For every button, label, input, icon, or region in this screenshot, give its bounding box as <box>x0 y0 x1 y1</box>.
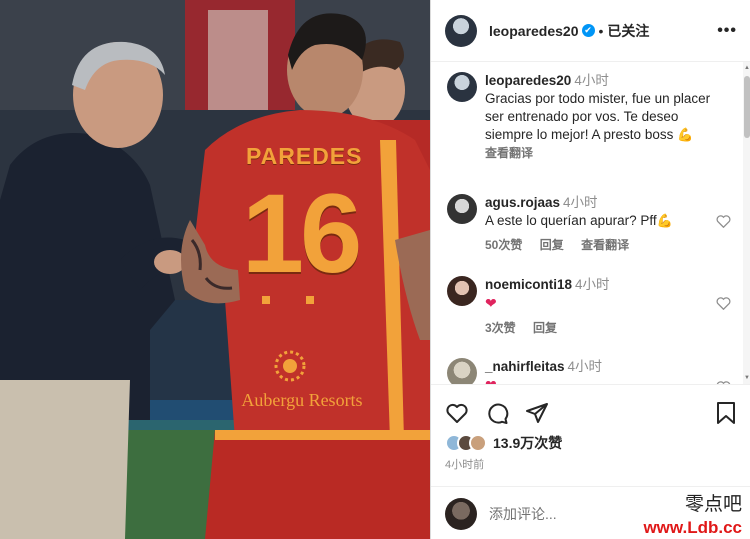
avatar[interactable] <box>447 358 477 384</box>
scroll-thumb[interactable] <box>744 76 750 138</box>
author-username[interactable]: leoparedes20 <box>489 23 579 39</box>
comment-icon[interactable] <box>485 401 509 425</box>
like-heart-icon[interactable] <box>716 296 731 310</box>
jersey-number: 16 <box>241 171 363 296</box>
comment-input[interactable]: 添加评论... <box>489 504 557 524</box>
muscle-emoji: 💪 <box>656 213 673 228</box>
watermark-url: www.Ldb.cc <box>643 518 742 537</box>
comments-list: leoparedes20 4小时 Gracias por todo mister,… <box>431 62 743 384</box>
more-icon[interactable]: ••• <box>717 22 737 40</box>
jersey-sponsor: Aubergu Resorts <box>241 390 363 410</box>
avatar[interactable] <box>447 194 477 224</box>
comment-text: A este lo querían apurar? Pff <box>485 213 657 228</box>
comment-username[interactable]: agus.rojaas <box>485 195 560 210</box>
comment-username[interactable]: noemiconti18 <box>485 277 572 292</box>
action-icons <box>445 401 549 425</box>
comment-body: noemiconti18 4小时 ❤ 3次赞 回复 <box>485 276 725 337</box>
like-count[interactable]: 50次赞 <box>485 238 522 252</box>
like-heart-icon[interactable] <box>445 401 469 425</box>
reply-button[interactable]: 回复 <box>533 321 557 335</box>
post-side-panel: leoparedes20 ✔ • 已关注 ••• leoparedes20 4小时… <box>430 0 750 539</box>
avatar[interactable] <box>447 276 477 306</box>
jersey-name: PAREDES <box>246 143 363 169</box>
comment-body: _nahirfleitas4小时 ❤ <box>485 358 725 384</box>
likes-count[interactable]: 13.9万次赞 <box>493 433 562 453</box>
avatar <box>445 497 477 530</box>
verified-icon: ✔ <box>581 24 595 37</box>
likes-row[interactable]: 13.9万次赞 <box>445 433 562 453</box>
watermark-cn: 零点吧 <box>684 493 742 515</box>
translate-link[interactable]: 查看翻译 <box>581 238 629 252</box>
caption-meta: 查看翻译 <box>485 144 725 162</box>
avatar[interactable] <box>447 72 477 102</box>
post-header: leoparedes20 ✔ • 已关注 ••• <box>431 0 750 62</box>
follow-button[interactable]: 已关注 <box>607 21 649 41</box>
comments-scrollbar[interactable]: ▲ ▼ <box>743 62 750 384</box>
heart-emoji: ❤ <box>485 377 497 384</box>
like-heart-icon[interactable] <box>716 214 731 228</box>
post-time: 4小时前 <box>445 459 485 471</box>
comment-body: agus.rojaas 4小时 A este lo querían apurar?… <box>485 194 725 254</box>
comment-time: 4小时 <box>575 277 610 292</box>
caption-body: leoparedes20 4小时 Gracias por todo mister,… <box>485 72 725 162</box>
like-count[interactable]: 3次赞 <box>485 321 516 335</box>
caption-username[interactable]: leoparedes20 <box>485 73 571 88</box>
comment-time: 4小时 <box>567 359 603 374</box>
reply-button[interactable]: 回复 <box>540 238 564 252</box>
caption-time: 4小时 <box>574 73 609 88</box>
comment-meta: 50次赞 回复 查看翻译 <box>485 236 725 254</box>
photo-illustration <box>0 0 430 539</box>
comment-username[interactable]: _nahirfleitas <box>485 359 565 374</box>
scroll-down-icon[interactable]: ▼ <box>743 374 750 382</box>
bookmark-icon[interactable] <box>715 401 737 425</box>
comment-time: 4小时 <box>563 195 598 210</box>
post-photo: PAREDES 16 Aubergu Resorts <box>0 0 430 539</box>
share-icon[interactable] <box>525 401 549 425</box>
separator-dot: • <box>598 22 604 39</box>
translate-link[interactable]: 查看翻译 <box>485 146 533 160</box>
scroll-up-icon[interactable]: ▲ <box>743 64 750 72</box>
watermark: 零点吧 www.Ldb.cc <box>643 489 742 538</box>
avatar[interactable] <box>445 14 477 47</box>
muscle-emoji: 💪 <box>677 127 694 142</box>
avatar <box>469 434 487 452</box>
heart-emoji: ❤ <box>485 295 497 311</box>
comment-meta: 3次赞 回复 <box>485 319 725 337</box>
